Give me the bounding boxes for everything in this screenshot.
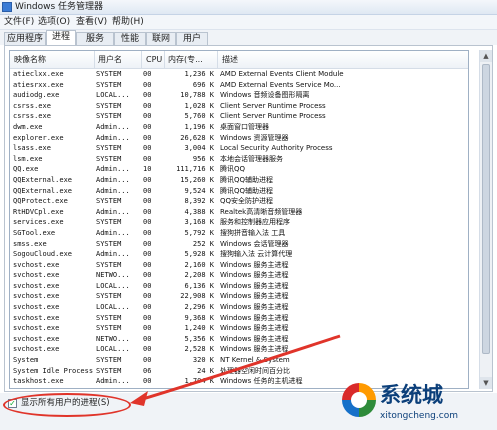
watermark-text: 系统城 [380,383,443,407]
watermark-logo: 系统城 xitongcheng.com [339,381,497,430]
watermark-url: xitongcheng.com [380,411,458,421]
annotation-arrow [130,334,341,406]
logo-ring-icon [342,383,376,417]
